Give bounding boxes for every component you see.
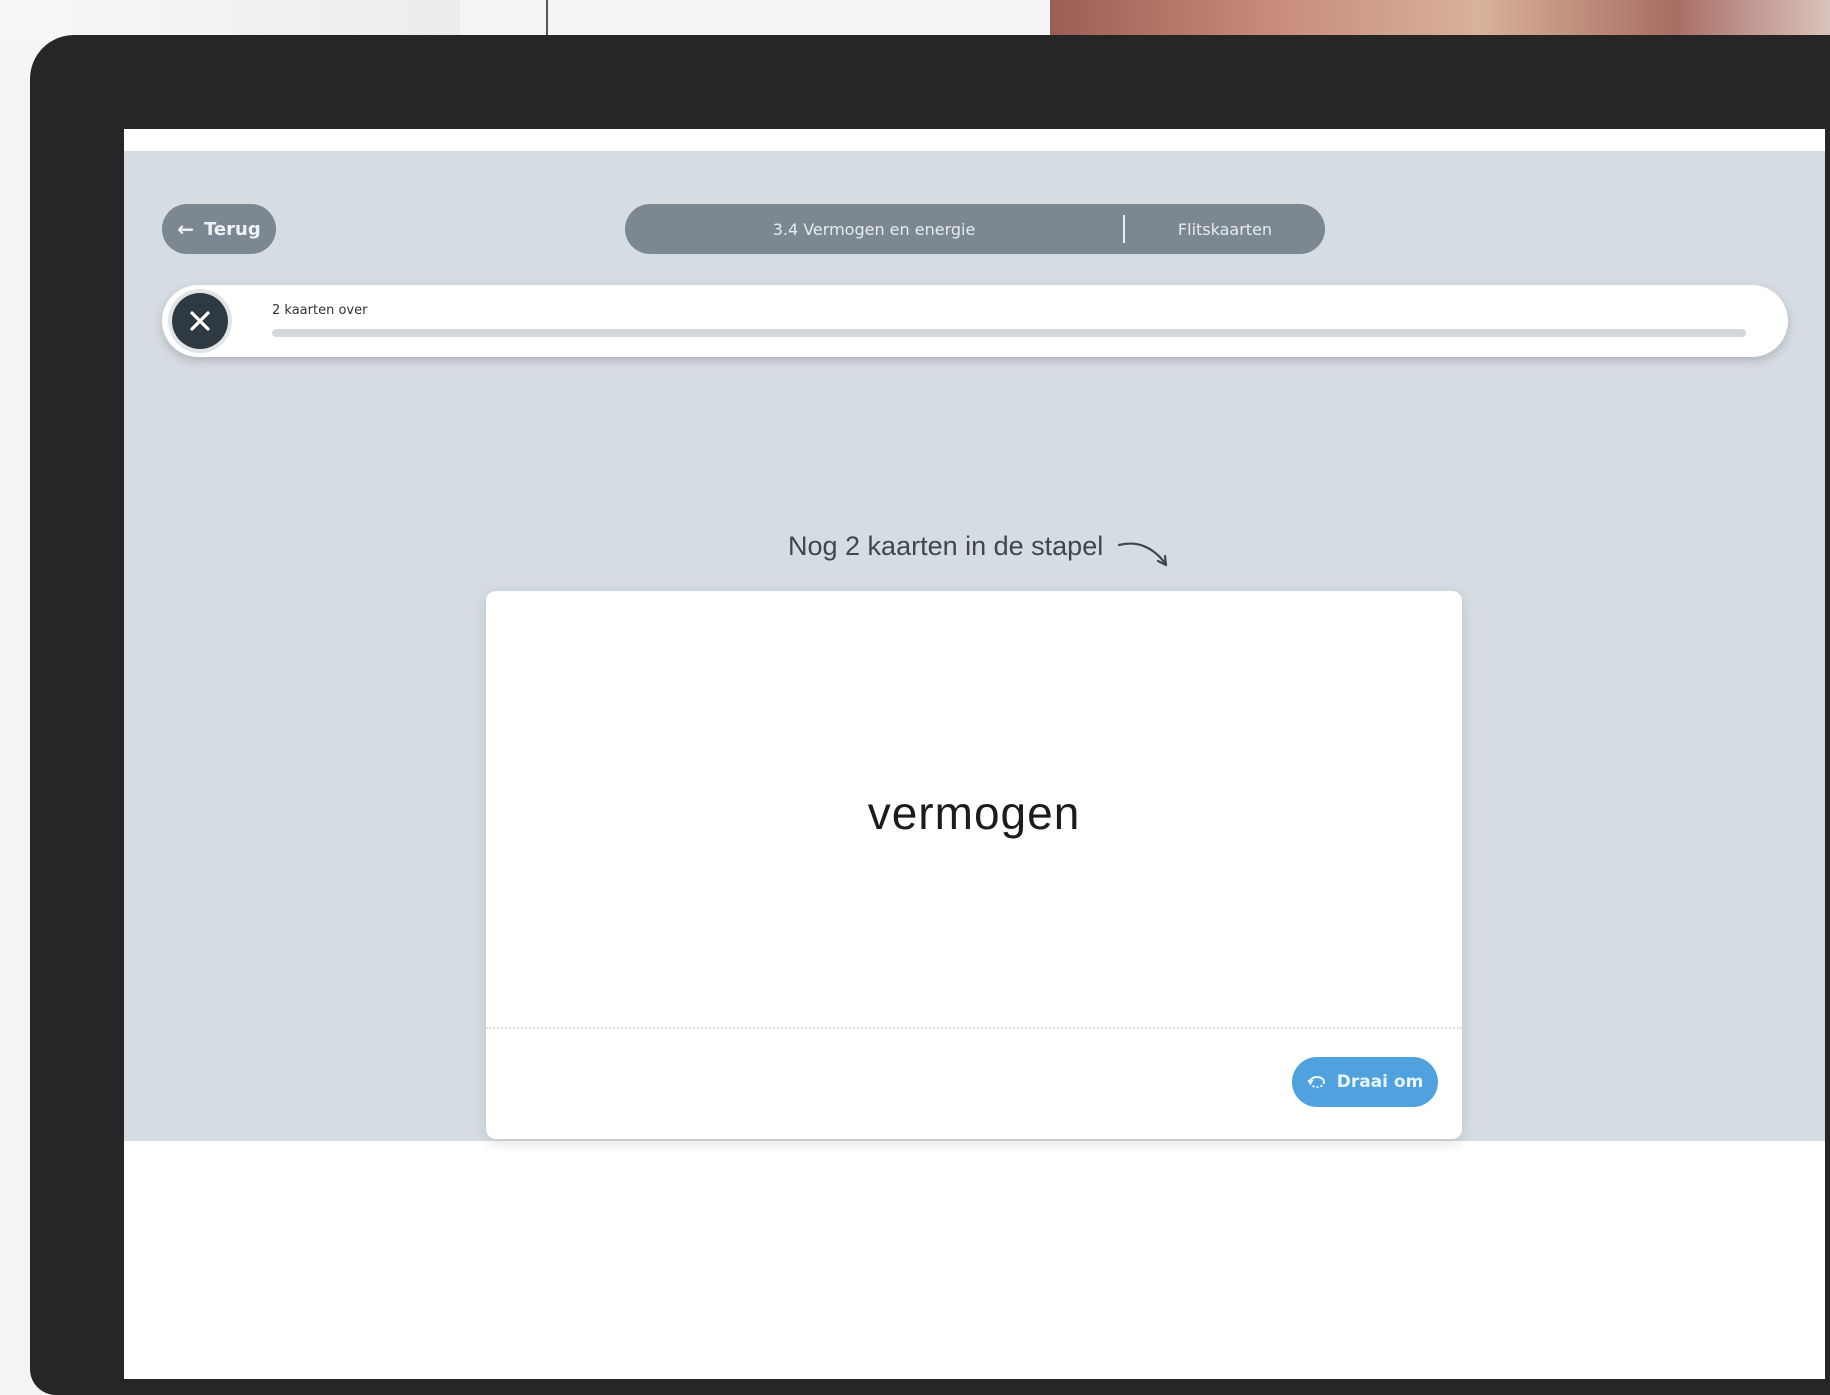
flip-card-label: Draai om [1336, 1072, 1424, 1092]
close-icon [190, 311, 210, 331]
card-term: vermogen [867, 787, 1081, 839]
monitor-bezel: ← Terug 3.4 Vermogen en energie Flitskaa… [30, 35, 1830, 1395]
flashcard[interactable]: vermogen Draai om [486, 591, 1462, 1139]
cards-remaining-label: 2 kaarten over [272, 303, 368, 318]
background-photo-left [0, 0, 460, 40]
progress-bar [272, 329, 1746, 337]
screen: ← Terug 3.4 Vermogen en energie Flitskaa… [124, 129, 1825, 1379]
curved-arrow-icon [1118, 542, 1168, 567]
back-button[interactable]: ← Terug [162, 204, 276, 254]
breadcrumb-chapter[interactable]: 3.4 Vermogen en energie [625, 220, 1123, 239]
background-photo-right [1050, 0, 1830, 40]
stack-hint-text: Nog 2 kaarten in de stapel [788, 531, 1104, 561]
progress-panel: 2 kaarten over [162, 285, 1788, 357]
breadcrumb: 3.4 Vermogen en energie Flitskaarten [625, 204, 1325, 254]
back-button-label: Terug [204, 218, 261, 240]
arrow-left-icon: ← [177, 217, 195, 241]
flashcard-app: ← Terug 3.4 Vermogen en energie Flitskaa… [124, 151, 1825, 1141]
card-divider [486, 1027, 1462, 1029]
stack-hint: Nog 2 kaarten in de stapel [788, 531, 1171, 573]
flip-card-button[interactable]: Draai om [1292, 1057, 1438, 1107]
background-photo-line [546, 0, 548, 40]
breadcrumb-section[interactable]: Flitskaarten [1125, 220, 1325, 239]
flip-icon [1307, 1076, 1325, 1088]
close-button[interactable] [172, 293, 228, 349]
